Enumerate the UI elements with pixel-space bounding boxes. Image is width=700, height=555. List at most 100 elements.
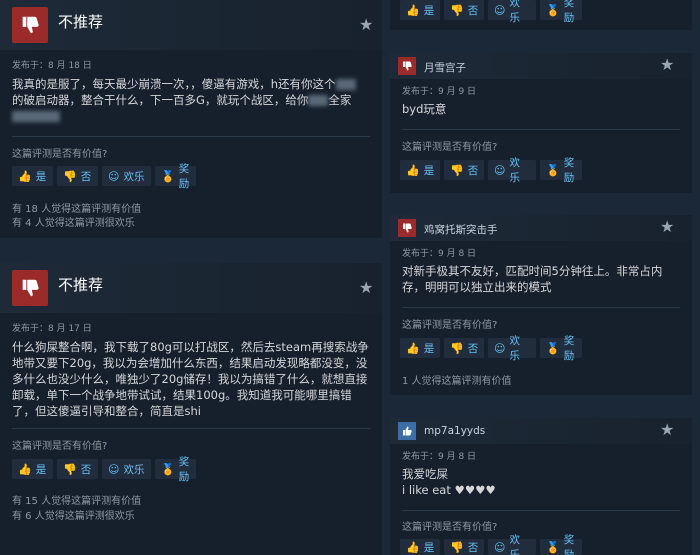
review-verdict: 不推荐 xyxy=(58,276,104,294)
vote-no-button[interactable]: 👎 否 xyxy=(444,539,484,555)
award-star-icon[interactable]: ★ xyxy=(359,18,373,34)
vote-no-button[interactable]: 👎 否 xyxy=(444,0,484,20)
review-text: byd玩意 xyxy=(402,102,447,116)
vote-yes-button[interactable]: 👍 是 xyxy=(12,459,53,479)
review-card: mp7a1yyds ★ 发布于：9 月 8 日 我爱吃屎 i like eat … xyxy=(390,418,692,555)
smiley-icon: ☺ xyxy=(494,3,506,17)
divider xyxy=(402,307,680,308)
thumbs-up-icon: 👍 xyxy=(18,169,32,183)
review-header: 鸡窝托斯突击手 ★ xyxy=(390,215,692,241)
award-button[interactable]: 🏅 奖励 xyxy=(540,534,582,555)
thumbs-up-icon: 👍 xyxy=(406,341,420,355)
award-star-icon[interactable]: ★ xyxy=(660,423,674,439)
review-date: 发布于：9 月 8 日 xyxy=(402,452,477,462)
review-text: 我爱吃屎 i like eat ♥♥♥♥ xyxy=(402,467,496,497)
vote-yes-button[interactable]: 👍 是 xyxy=(400,338,440,358)
divider xyxy=(402,510,680,511)
user-avatar[interactable] xyxy=(398,422,416,440)
censored-text xyxy=(308,95,329,106)
vote-yes-button[interactable]: 👍 是 xyxy=(400,160,440,180)
award-button[interactable]: 🏅 奖励 xyxy=(540,0,582,24)
thumbs-up-icon: 👍 xyxy=(406,540,420,554)
funny-count: 有 6 人觉得这篇评测很欢乐 xyxy=(12,511,135,522)
thumbs-up-icon: 👍 xyxy=(406,163,420,177)
vote-no-button[interactable]: 👎 否 xyxy=(444,338,484,358)
review-header: mp7a1yyds ★ xyxy=(390,418,692,444)
review-date: 发布于：8 月 18 日 xyxy=(12,61,92,71)
vote-yes-button[interactable]: 👍 是 xyxy=(12,166,53,186)
thumbs-up-icon: 👍 xyxy=(406,3,420,17)
vote-yes-button[interactable]: 👍 是 xyxy=(400,0,440,20)
review-date: 发布于：8 月 17 日 xyxy=(12,324,92,334)
vote-yes-button[interactable]: 👍 是 xyxy=(400,539,440,555)
vote-funny-button[interactable]: ☺ 欢乐 xyxy=(488,335,536,362)
censored-text xyxy=(335,79,356,90)
funny-count: 有 4 人觉得这篇评测很欢乐 xyxy=(12,218,135,229)
smiley-icon: ☺ xyxy=(494,540,506,554)
award-button[interactable]: 🏅 奖励 xyxy=(540,335,582,362)
thumbs-down-icon: 👎 xyxy=(450,163,464,177)
review-card: 月雪宫子 ★ 发布于：9 月 9 日 byd玩意 这篇评测是否有价值? 👍 是 👎… xyxy=(390,53,692,193)
helpful-count: 1 人觉得这篇评测有价值 xyxy=(402,376,512,387)
username-link[interactable]: 鸡窝托斯突击手 xyxy=(424,222,498,237)
helpful-question: 这篇评测是否有价值? xyxy=(12,149,108,160)
thumbs-down-icon xyxy=(12,270,48,306)
divider xyxy=(12,428,370,429)
award-button[interactable]: 🏅 奖励 xyxy=(155,163,196,190)
user-avatar[interactable] xyxy=(398,219,416,237)
award-button[interactable]: 🏅 奖励 xyxy=(540,157,582,184)
review-header: 月雪宫子 ★ xyxy=(390,53,692,79)
vote-no-button[interactable]: 👎 否 xyxy=(57,166,98,186)
review-card: 不推荐 ★ 发布于：8 月 18 日 我真的是服了，每天最少崩溃一次，，傻逼有游… xyxy=(0,0,382,238)
award-icon: 🏅 xyxy=(546,3,560,17)
censored-text xyxy=(12,111,60,122)
user-avatar[interactable] xyxy=(398,57,416,75)
review-card: 鸡窝托斯突击手 ★ 发布于：9 月 8 日 对新手极其不友好，匹配时间5分钟往上… xyxy=(390,215,692,395)
smiley-icon: ☺ xyxy=(494,163,506,177)
thumbs-down-icon xyxy=(12,7,48,43)
review-header: 不推荐 ★ xyxy=(0,263,382,313)
username-link[interactable]: mp7a1yyds xyxy=(424,425,485,437)
award-icon: 🏅 xyxy=(161,462,175,476)
vote-funny-button[interactable]: ☺ 欢乐 xyxy=(488,0,536,24)
thumbs-down-icon: 👎 xyxy=(63,462,77,476)
username-link[interactable]: 月雪宫子 xyxy=(424,60,466,75)
smiley-icon: ☺ xyxy=(108,462,120,476)
thumbs-down-icon: 👎 xyxy=(450,341,464,355)
helpful-count: 有 18 人觉得这篇评测有价值 xyxy=(12,204,142,215)
vote-no-button[interactable]: 👎 否 xyxy=(57,459,98,479)
review-date: 发布于：9 月 9 日 xyxy=(402,87,477,97)
review-text: 我真的是服了，每天最少崩溃一次，，傻逼有游戏，h还有你这个 的破启动器，整合干什… xyxy=(12,76,374,124)
award-star-icon[interactable]: ★ xyxy=(660,220,674,236)
smiley-icon: ☺ xyxy=(108,169,120,183)
left-review-column: 不推荐 ★ 发布于：8 月 18 日 我真的是服了，每天最少崩溃一次，，傻逼有游… xyxy=(0,0,382,555)
review-card: 不推荐 ★ 发布于：8 月 17 日 什么狗屎整合啊，我下载了80g可以打战区，… xyxy=(0,263,382,555)
review-verdict: 不推荐 xyxy=(58,13,104,31)
thumbs-down-icon: 👎 xyxy=(450,540,464,554)
award-icon: 🏅 xyxy=(546,341,560,355)
review-date: 发布于：9 月 8 日 xyxy=(402,249,477,259)
vote-no-button[interactable]: 👎 否 xyxy=(444,160,484,180)
review-header: 不推荐 ★ xyxy=(0,0,382,50)
review-text: 什么狗屎整合啊，我下载了80g可以打战区，然后去steam再搜索战争地带又要下2… xyxy=(12,340,369,418)
smiley-icon: ☺ xyxy=(494,341,506,355)
divider xyxy=(12,136,370,137)
vote-funny-button[interactable]: ☺ 欢乐 xyxy=(488,534,536,555)
review-text: 对新手极其不友好，匹配时间5分钟往上。非常占内存，明明可以独立出来的模式 xyxy=(402,264,663,294)
right-review-column: 👍 是 👎 否 ☺ 欢乐 🏅 奖励 月雪宫子 ★ 发布于：9 月 9 日 byd玩意 这… xyxy=(390,0,692,555)
award-icon: 🏅 xyxy=(161,169,175,183)
thumbs-down-icon: 👎 xyxy=(450,3,464,17)
divider xyxy=(402,129,680,130)
award-star-icon[interactable]: ★ xyxy=(660,58,674,74)
vote-funny-button[interactable]: ☺ 欢乐 xyxy=(102,459,151,479)
helpful-question: 这篇评测是否有价值? xyxy=(402,320,498,331)
vote-funny-button[interactable]: ☺ 欢乐 xyxy=(102,166,151,186)
review-card-partial: 👍 是 👎 否 ☺ 欢乐 🏅 奖励 xyxy=(390,0,692,30)
award-button[interactable]: 🏅 奖励 xyxy=(155,456,196,483)
vote-funny-button[interactable]: ☺ 欢乐 xyxy=(488,157,536,184)
award-icon: 🏅 xyxy=(546,163,560,177)
helpful-count: 有 15 人觉得这篇评测有价值 xyxy=(12,496,142,507)
award-star-icon[interactable]: ★ xyxy=(359,281,373,297)
award-icon: 🏅 xyxy=(546,540,560,554)
thumbs-down-icon: 👎 xyxy=(63,169,77,183)
